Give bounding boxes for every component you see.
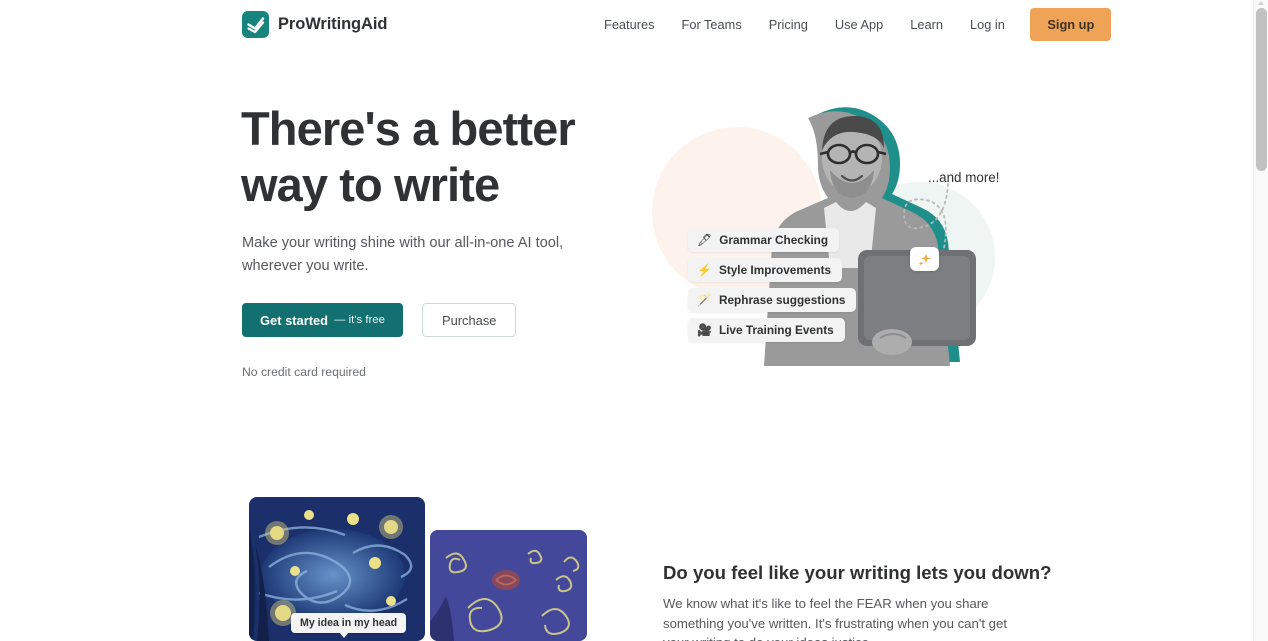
- sparkle-icon: [910, 247, 939, 271]
- and-more-annotation: ...and more!: [928, 170, 1000, 185]
- hero-cta-row: Get started — it's free Purchase: [242, 303, 517, 337]
- site-header: ProWritingAid Features For Teams Pricing…: [0, 0, 1253, 49]
- get-started-sublabel: — it's free: [334, 314, 385, 326]
- nav-item-learn[interactable]: Learn: [897, 17, 957, 32]
- brand-logo[interactable]: ProWritingAid: [242, 11, 387, 38]
- feature-chip-label: Style Improvements: [718, 263, 832, 277]
- lightning-bolt-icon: ⚡: [697, 263, 712, 277]
- purchase-button[interactable]: Purchase: [421, 303, 517, 337]
- nav-item-log-in[interactable]: Log in: [956, 17, 1018, 32]
- no-credit-card-note: No credit card required: [242, 365, 366, 379]
- nav-item-features[interactable]: Features: [604, 17, 668, 32]
- sign-up-button[interactable]: Sign up: [1030, 8, 1112, 41]
- feature-chip-style-improvements: ⚡ Style Improvements: [688, 258, 843, 282]
- feature-chip-grammar-checking: 🖋 Grammar Checking: [688, 228, 840, 252]
- get-started-button[interactable]: Get started — it's free: [242, 303, 403, 337]
- nav-item-for-teams[interactable]: For Teams: [668, 17, 755, 32]
- idea-caption-bubble: My idea in my head: [291, 613, 407, 638]
- section-body: We know what it's like to feel the FEAR …: [663, 596, 1008, 641]
- get-started-label: Get started: [260, 312, 329, 328]
- nav-item-use-app[interactable]: Use App: [821, 17, 896, 32]
- feature-chip-list: 🖋 Grammar Checking ⚡ Style Improvements …: [688, 228, 857, 342]
- main-nav: Features For Teams Pricing Use App Learn…: [604, 0, 1112, 49]
- brand-name: ProWritingAid: [278, 15, 388, 33]
- feature-chip-label: Live Training Events: [718, 323, 834, 337]
- vertical-scrollbar[interactable]: [1253, 0, 1268, 641]
- hero-subtitle: Make your writing shine with our all-in-…: [242, 235, 564, 274]
- feature-chip-label: Grammar Checking: [719, 233, 829, 247]
- scroll-up-arrow-icon[interactable]: [1258, 1, 1264, 5]
- feature-chip-live-training-events: 🎥 Live Training Events: [688, 318, 845, 342]
- landing-page: ProWritingAid Features For Teams Pricing…: [0, 0, 1268, 641]
- movie-camera-icon: 🎥: [697, 323, 712, 337]
- crude-spiral-drawing: [430, 530, 587, 641]
- feather-pen-icon: 🖋: [697, 233, 713, 247]
- scrollbar-thumb[interactable]: [1256, 8, 1267, 171]
- hero-illustration: ...and more! 🖋 Grammar Checking ⚡ Style …: [640, 92, 1020, 392]
- feature-chip-rephrase-suggestions: 🪄 Rephrase suggestions: [688, 288, 857, 312]
- section-title: Do you feel like your writing lets you d…: [663, 562, 1052, 583]
- page-title: There's a better way to write: [241, 102, 576, 211]
- stacked-pages-logo-icon: [242, 11, 269, 38]
- feature-chip-label: Rephrase suggestions: [718, 293, 846, 307]
- magic-wand-icon: 🪄: [697, 293, 712, 307]
- nav-item-pricing[interactable]: Pricing: [755, 17, 821, 32]
